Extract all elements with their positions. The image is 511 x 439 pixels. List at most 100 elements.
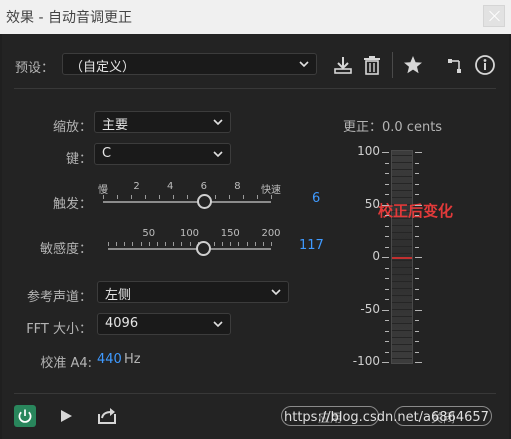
sensitivity-slider-tick-label: 100 xyxy=(179,228,200,239)
meter-tick-right xyxy=(415,330,419,332)
meter-row xyxy=(392,169,412,170)
sensitivity-slider-tick xyxy=(213,242,215,246)
meter-tick-right xyxy=(415,152,422,153)
meter-tick-right xyxy=(415,257,422,258)
meter-tick-right xyxy=(415,225,419,227)
meter-tick-right xyxy=(415,194,419,195)
meter-row xyxy=(392,155,412,156)
sensitivity-slider-tick xyxy=(262,242,264,246)
power-button[interactable] xyxy=(14,405,36,427)
meter-tick-left xyxy=(382,257,389,258)
meter-tick-left xyxy=(385,215,389,216)
channel-select[interactable]: 左侧 xyxy=(97,281,289,303)
meter-row xyxy=(392,309,412,310)
attack-slider-tick-label: 快速 xyxy=(261,185,281,196)
meter-zero-line xyxy=(392,257,412,259)
meter-tick-right xyxy=(415,267,419,269)
download-icon[interactable] xyxy=(332,54,354,76)
attack-slider-tick xyxy=(243,195,244,199)
preset-select[interactable]: （自定义） xyxy=(62,53,317,75)
meter-row xyxy=(392,162,412,163)
sensitivity-slider-tick xyxy=(140,242,142,246)
channel-label: 参考声道： xyxy=(26,290,92,305)
trash-icon[interactable] xyxy=(361,54,383,76)
meter-tick-left xyxy=(385,183,389,185)
scale-select[interactable]: 主要 xyxy=(94,111,231,133)
meter-tick-left xyxy=(385,320,389,321)
meter-tick-left xyxy=(385,330,389,332)
chevron-down-icon xyxy=(213,119,223,126)
watermark-url: https://blog.csdn.net/a6864657 xyxy=(284,410,489,425)
channel-value: 左侧 xyxy=(105,288,132,303)
scale-value: 主要 xyxy=(102,118,129,133)
attack-value[interactable]: 6 xyxy=(312,191,320,206)
meter-tick-left xyxy=(385,194,389,195)
preset-label: 预设： xyxy=(15,61,55,76)
correction-label: 更正：0.0 cents xyxy=(343,120,443,135)
sensitivity-slider-tick xyxy=(148,242,150,246)
play-icon[interactable] xyxy=(57,407,75,425)
meter-tick-left xyxy=(385,162,389,164)
meter-scale-label: 0 xyxy=(372,249,380,263)
meter-tick-left xyxy=(385,225,389,227)
export-icon[interactable] xyxy=(96,406,118,426)
meter-row xyxy=(392,246,412,247)
meter-tick-left xyxy=(385,278,389,279)
sensitivity-value[interactable]: 117 xyxy=(299,238,324,253)
key-value: C xyxy=(102,146,112,161)
attack-slider-tick xyxy=(257,195,258,199)
sensitivity-slider-tick-label: 150 xyxy=(220,228,240,239)
sensitivity-slider-tick xyxy=(246,242,248,246)
meter-tick-left xyxy=(385,299,389,300)
meter-tick-left xyxy=(385,267,389,269)
power-icon xyxy=(18,409,32,423)
attack-slider-tick xyxy=(145,195,146,199)
attack-slider-track xyxy=(103,201,271,203)
meter-tick-left xyxy=(382,362,389,363)
sensitivity-slider-tick xyxy=(254,242,256,246)
sensitivity-label: 敏感度： xyxy=(39,242,92,257)
sensitivity-slider-track xyxy=(108,248,271,250)
attack-slider-tick xyxy=(215,195,216,199)
attack-label: 触发： xyxy=(52,197,92,212)
fft-select[interactable]: 4096 xyxy=(97,313,231,335)
routing-icon[interactable] xyxy=(445,54,467,76)
attack-slider-tick xyxy=(117,195,118,199)
sensitivity-slider-tick xyxy=(124,242,126,246)
meter-row xyxy=(392,302,412,303)
preset-value: （自定义） xyxy=(70,60,136,75)
key-select[interactable]: C xyxy=(94,143,231,165)
attack-slider-tick xyxy=(159,195,160,199)
chevron-down-icon xyxy=(213,321,223,328)
meter-row xyxy=(392,260,412,261)
sensitivity-slider-tick xyxy=(238,242,240,246)
meter-tick-left xyxy=(382,204,389,206)
attack-slider-thumb[interactable] xyxy=(196,194,212,209)
chevron-down-icon xyxy=(213,151,223,158)
meter-row xyxy=(392,323,412,324)
meter-tick-left xyxy=(382,152,389,153)
scale-label: 缩放： xyxy=(52,120,92,135)
meter-row xyxy=(392,288,412,289)
meter-tick-right xyxy=(415,162,419,164)
meter-row xyxy=(392,316,412,317)
meter-tick-left xyxy=(385,351,389,353)
meter-row xyxy=(392,239,412,240)
attack-slider-tick-label: 2 xyxy=(133,181,140,192)
sensitivity-slider-tick xyxy=(108,242,109,246)
sensitivity-slider-tick xyxy=(116,242,118,246)
chevron-down-icon xyxy=(299,61,309,68)
meter-row xyxy=(392,267,412,268)
calibration-label: 校准 A4: xyxy=(40,356,92,371)
window-close-button[interactable] xyxy=(483,5,505,27)
correction-meter xyxy=(391,150,413,364)
window-title: 效果 - 自动音调更正 xyxy=(6,10,132,26)
sensitivity-slider-tick xyxy=(222,242,224,246)
star-icon[interactable] xyxy=(402,54,424,76)
info-icon[interactable] xyxy=(474,54,496,76)
meter-scale-label: -100 xyxy=(352,354,380,368)
sensitivity-slider-tick xyxy=(173,242,175,246)
calibration-value[interactable]: 440 xyxy=(97,352,122,367)
sensitivity-slider-tick xyxy=(132,242,134,246)
meter-tick-right xyxy=(415,173,419,174)
